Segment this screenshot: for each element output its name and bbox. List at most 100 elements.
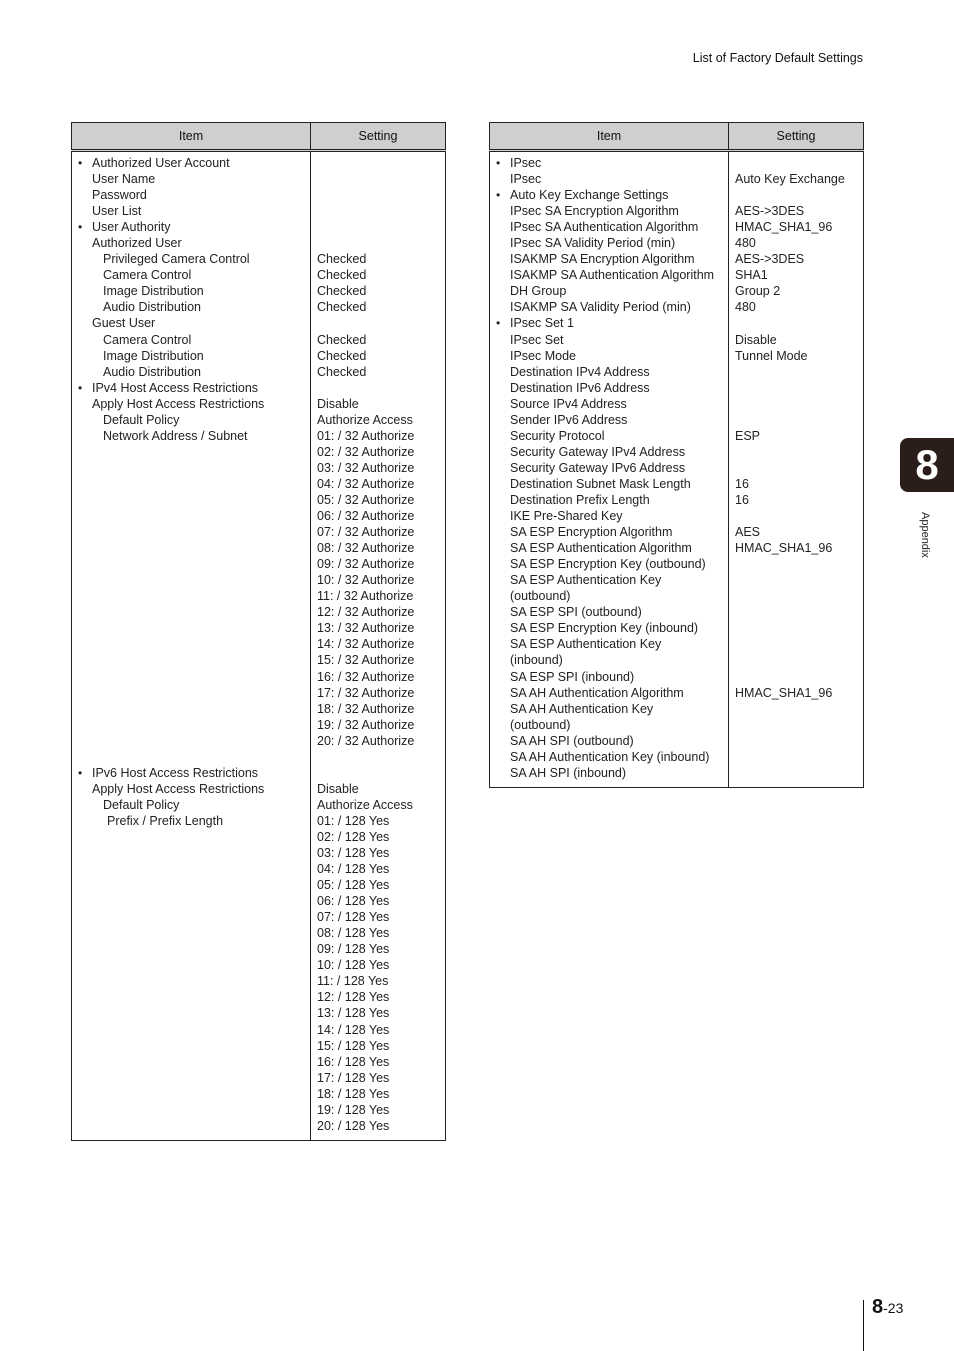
setting-value: 14: / 32 Authorize <box>317 637 415 652</box>
item-row-label: Image Distribution <box>103 284 204 299</box>
item-row-label <box>72 636 310 652</box>
item-row-label: IPsec Set <box>510 332 564 347</box>
item-row-label: Security Gateway IPv4 Address <box>510 444 686 459</box>
setting-value: Auto Key Exchange <box>735 172 845 187</box>
setting-value: 04: / 32 Authorize <box>317 476 415 491</box>
setting-value <box>311 315 445 331</box>
setting-column: Auto Key Exchange AES->3DES HMAC_SHA1_96 48… <box>728 150 864 788</box>
item-row-label <box>72 733 310 749</box>
chapter-label: Appendix <box>919 512 931 558</box>
item-row-label: SA ESP Encryption Algorithm <box>510 525 673 540</box>
setting-value <box>729 604 863 620</box>
setting-value: Tunnel Mode <box>735 348 808 363</box>
setting-value: SHA1 <box>735 268 768 283</box>
item-row-label: Default Policy <box>103 412 180 427</box>
table-body-row: Authorized User AccountUser NamePassword… <box>71 150 446 1141</box>
item-row-label: ISAKMP SA Authentication Algorithm <box>510 268 715 283</box>
item-row-label: DH Group <box>510 284 567 299</box>
footer-divider <box>863 1300 864 1351</box>
setting-value: 12: / 128 Yes <box>317 990 390 1005</box>
item-row-label: Image Distribution <box>103 348 204 363</box>
page-number: 8-23 <box>872 1296 903 1319</box>
item-row-label: ISAKMP SA Validity Period (min) <box>510 300 691 315</box>
table-header-row: Item Setting <box>71 122 446 152</box>
setting-value <box>729 364 863 380</box>
setting-value: Checked <box>317 332 367 347</box>
setting-value: 12: / 32 Authorize <box>317 605 415 620</box>
item-row-label <box>72 524 310 540</box>
setting-value: 480 <box>735 300 756 315</box>
setting-value: AES <box>735 525 761 540</box>
setting-value: 08: / 128 Yes <box>317 926 390 941</box>
setting-value: 08: / 32 Authorize <box>317 541 415 556</box>
setting-value: 19: / 32 Authorize <box>317 717 415 732</box>
item-row-label <box>72 669 310 685</box>
setting-value: 17: / 32 Authorize <box>317 685 415 700</box>
setting-value <box>311 765 445 781</box>
item-row-label: Default Policy <box>103 797 180 812</box>
item-row-label: SA ESP Authentication Key <box>510 573 662 588</box>
setting-value <box>729 588 863 604</box>
item-row-label <box>72 444 310 460</box>
setting-value: Checked <box>317 252 367 267</box>
setting-value: HMAC_SHA1_96 <box>735 541 833 556</box>
setting-value: 18: / 32 Authorize <box>317 701 415 716</box>
setting-value: Checked <box>317 348 367 363</box>
setting-value: 15: / 128 Yes <box>317 1038 390 1053</box>
setting-value <box>311 171 445 187</box>
setting-value: Checked <box>317 300 367 315</box>
setting-value: ESP <box>735 428 761 443</box>
item-row-label: IPsec SA Authentication Algorithm <box>510 220 699 235</box>
item-row-label <box>72 508 310 524</box>
setting-value: 16 <box>735 476 749 491</box>
item-row-label <box>72 460 310 476</box>
item-row-label: Authorized User Account <box>72 155 310 171</box>
item-row-label: Camera Control <box>103 268 192 283</box>
item-row-label <box>72 604 310 620</box>
setting-value <box>729 155 863 171</box>
setting-value: Group 2 <box>735 284 781 299</box>
item-row-label <box>72 556 310 572</box>
item-row-label: SA AH Authentication Key (inbound) <box>510 749 710 764</box>
item-row-label <box>72 701 310 717</box>
item-column: Authorized User AccountUser NamePassword… <box>71 150 311 1141</box>
setting-value <box>729 412 863 428</box>
setting-value: 02: / 128 Yes <box>317 829 390 844</box>
item-row-label: SA AH Authentication Key <box>510 701 654 716</box>
setting-value: Authorize Access <box>317 412 413 427</box>
item-row-label: Password <box>92 188 147 203</box>
item-row-label: IPsec SA Encryption Algorithm <box>510 204 679 219</box>
setting-value <box>729 652 863 668</box>
setting-value: 09: / 32 Authorize <box>317 557 415 572</box>
item-row-label: (outbound) <box>510 717 571 732</box>
item-row-label: SA ESP SPI (outbound) <box>510 605 642 620</box>
item-row-label: SA ESP Encryption Key (inbound) <box>510 621 699 636</box>
setting-value <box>729 444 863 460</box>
setting-value: 04: / 128 Yes <box>317 862 390 877</box>
item-row-label <box>72 685 310 701</box>
item-row-label: SA AH SPI (inbound) <box>510 765 627 780</box>
item-row-label <box>72 492 310 508</box>
setting-value <box>729 572 863 588</box>
setting-column: Checked Checked Checked Checked Checked Check… <box>310 150 446 1141</box>
right-settings-table: Item Setting IPsecIPsecAuto Key Exchange… <box>489 122 864 788</box>
page-index: -23 <box>883 1300 904 1316</box>
setting-value <box>729 556 863 572</box>
item-row-label: User Name <box>92 172 156 187</box>
setting-value <box>311 187 445 203</box>
setting-value: 07: / 128 Yes <box>317 910 390 925</box>
setting-value: Checked <box>317 268 367 283</box>
item-row-label: IPv6 Host Access Restrictions <box>72 765 310 781</box>
setting-value: 13: / 128 Yes <box>317 1006 390 1021</box>
item-row-label: Destination IPv4 Address <box>510 364 650 379</box>
item-row-label: SA ESP Encryption Key (outbound) <box>510 557 706 572</box>
setting-value <box>729 620 863 636</box>
item-row-label: IKE Pre-Shared Key <box>510 509 623 524</box>
setting-value: 16: / 128 Yes <box>317 1054 390 1069</box>
item-row-label: Apply Host Access Restrictions <box>92 781 265 796</box>
setting-value <box>311 235 445 251</box>
setting-value: HMAC_SHA1_96 <box>735 220 833 235</box>
setting-value: 16 <box>735 492 749 507</box>
setting-value: 02: / 32 Authorize <box>317 444 415 459</box>
column-header-setting: Setting <box>310 122 446 152</box>
